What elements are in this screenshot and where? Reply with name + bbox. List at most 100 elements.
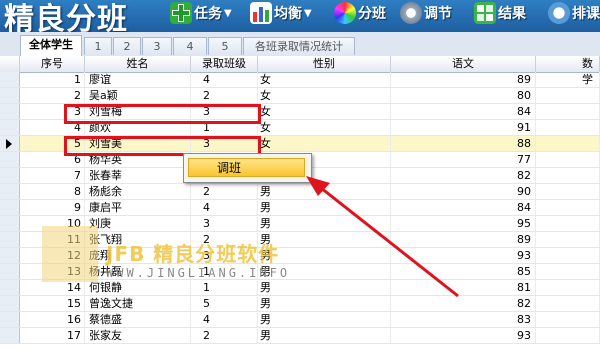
cell-no: 8 — [20, 184, 85, 199]
chevron-down-icon: ▼ — [224, 7, 232, 19]
context-menu-item-transfer-class[interactable]: 调班 — [188, 158, 305, 177]
cell-chinese: 90 — [391, 184, 536, 199]
row-indicator[interactable] — [0, 216, 20, 231]
row-indicator[interactable] — [0, 248, 20, 263]
cell-math — [536, 136, 600, 151]
cell-chinese: 85 — [391, 264, 536, 279]
tab-class-stats[interactable]: 各班录取情况统计 — [243, 37, 355, 55]
table-row[interactable]: 1 廖谊 4 女 89 — [0, 72, 600, 88]
row-indicator[interactable] — [0, 328, 20, 343]
row-indicator[interactable] — [0, 88, 20, 103]
table-row[interactable]: 9 康启平 4 男 84 — [0, 200, 600, 216]
cell-math — [536, 152, 600, 167]
watermark-title: JFB 精良分班软件 — [106, 242, 280, 266]
tab-class-3[interactable]: 3 — [142, 37, 172, 55]
cell-no: 1 — [20, 72, 85, 87]
cell-class: 2 — [191, 88, 258, 103]
row-indicator[interactable] — [0, 120, 20, 135]
row-indicator[interactable] — [0, 312, 20, 327]
bar-chart-icon — [250, 2, 272, 24]
table-row[interactable]: 16 蔡德盛 4 男 83 — [0, 312, 600, 328]
cell-chinese: 83 — [391, 312, 536, 327]
cell-math — [536, 248, 600, 263]
cell-gender: 男 — [258, 200, 391, 215]
student-grid: 序号 姓名 录取班级 性别 语文 数学 1 廖谊 4 女 89 2 吴a颖 2 女 80 3 刘雪梅 3… — [0, 56, 600, 350]
cell-name: 张春莘 — [85, 168, 191, 183]
tab-all-students[interactable]: 全体学生 — [20, 35, 82, 56]
cell-math — [536, 280, 600, 295]
cell-name: 吴a颖 — [85, 88, 191, 103]
cell-chinese: 91 — [391, 120, 536, 135]
cell-no: 9 — [20, 200, 85, 215]
cell-name: 曾逸文捷 — [85, 296, 191, 311]
context-menu: 调班 — [183, 153, 312, 183]
row-indicator[interactable] — [0, 168, 20, 183]
row-indicator[interactable] — [0, 200, 20, 215]
row-indicator[interactable] — [0, 72, 20, 87]
cell-name: 蔡德盛 — [85, 312, 191, 327]
tab-class-5[interactable]: 5 — [208, 37, 242, 55]
row-indicator[interactable] — [0, 280, 20, 295]
tab-class-1[interactable]: 1 — [84, 37, 112, 55]
cell-math — [536, 120, 600, 135]
row-indicator[interactable] — [0, 136, 20, 151]
cell-class: 4 — [191, 312, 258, 327]
table-row[interactable]: 15 曾逸文捷 5 男 82 — [0, 296, 600, 312]
cell-name: 杨彪余 — [85, 184, 191, 199]
tab-class-2[interactable]: 2 — [113, 37, 141, 55]
cell-math — [536, 88, 600, 103]
header-no[interactable]: 序号 — [20, 56, 85, 72]
toolbar-task-button[interactable]: 任务 ▼ — [170, 0, 232, 26]
cell-no: 7 — [20, 168, 85, 183]
current-row-pointer-icon — [6, 139, 12, 149]
row-indicator[interactable] — [0, 104, 20, 119]
toolbar-adjust-button[interactable]: 调节 — [400, 0, 452, 26]
header-name[interactable]: 姓名 — [85, 56, 191, 72]
cell-chinese: 95 — [391, 216, 536, 231]
header-math[interactable]: 数学 — [536, 56, 600, 86]
table-row[interactable]: 8 杨彪余 2 男 90 — [0, 184, 600, 200]
cell-class: 4 — [191, 72, 258, 87]
header-class[interactable]: 录取班级 — [191, 56, 258, 72]
cell-class: 2 — [191, 184, 258, 199]
cell-chinese: 84 — [391, 104, 536, 119]
toolbar-balance-button[interactable]: 均衡 ▼ — [250, 0, 312, 26]
row-indicator[interactable] — [0, 152, 20, 167]
table-row[interactable]: 2 吴a颖 2 女 80 — [0, 88, 600, 104]
cell-chinese: 88 — [391, 136, 536, 151]
watermark: JFB 精良分班软件 WWW.JINGLIANG.INFO — [42, 226, 288, 288]
header-chinese[interactable]: 语文 — [391, 56, 536, 72]
row-indicator[interactable] — [0, 184, 20, 199]
watermark-url: WWW.JINGLIANG.INFO — [106, 266, 291, 280]
row-indicator[interactable] — [0, 232, 20, 247]
cell-chinese: 82 — [391, 168, 536, 183]
cell-no: 17 — [20, 328, 85, 343]
cell-chinese: 81 — [391, 280, 536, 295]
cell-math — [536, 216, 600, 231]
cell-math — [536, 264, 600, 279]
cell-math — [536, 168, 600, 183]
cell-name: 康启平 — [85, 200, 191, 215]
toolbar-split-button[interactable]: 分班 — [334, 0, 386, 26]
jfb-logo-icon — [42, 226, 98, 282]
cell-name: 廖谊 — [85, 72, 191, 87]
row-indicator[interactable] — [0, 296, 20, 311]
cell-no: 16 — [20, 312, 85, 327]
cell-math — [536, 296, 600, 311]
schedule-icon — [548, 2, 570, 24]
toolbar-adjust-label: 调节 — [424, 6, 452, 22]
toolbar-schedule-button[interactable]: 排课 — [548, 0, 600, 26]
chevron-down-icon: ▼ — [304, 7, 312, 19]
row-indicator[interactable] — [0, 264, 20, 279]
header-gender[interactable]: 性别 — [258, 56, 391, 72]
toolbar-result-label: 结果 — [498, 6, 526, 22]
tab-class-4[interactable]: 4 — [173, 37, 207, 55]
cell-gender: 女 — [258, 72, 391, 87]
toolbar-split-label: 分班 — [358, 6, 386, 22]
table-row[interactable]: 17 张家友 2 男 93 — [0, 328, 600, 344]
cell-class: 5 — [191, 296, 258, 311]
toolbar-result-button[interactable]: 结果 — [474, 0, 526, 26]
grid-header: 序号 姓名 录取班级 性别 语文 数学 — [0, 56, 600, 86]
cell-gender: 男 — [258, 296, 391, 311]
cell-chinese: 93 — [391, 328, 536, 343]
